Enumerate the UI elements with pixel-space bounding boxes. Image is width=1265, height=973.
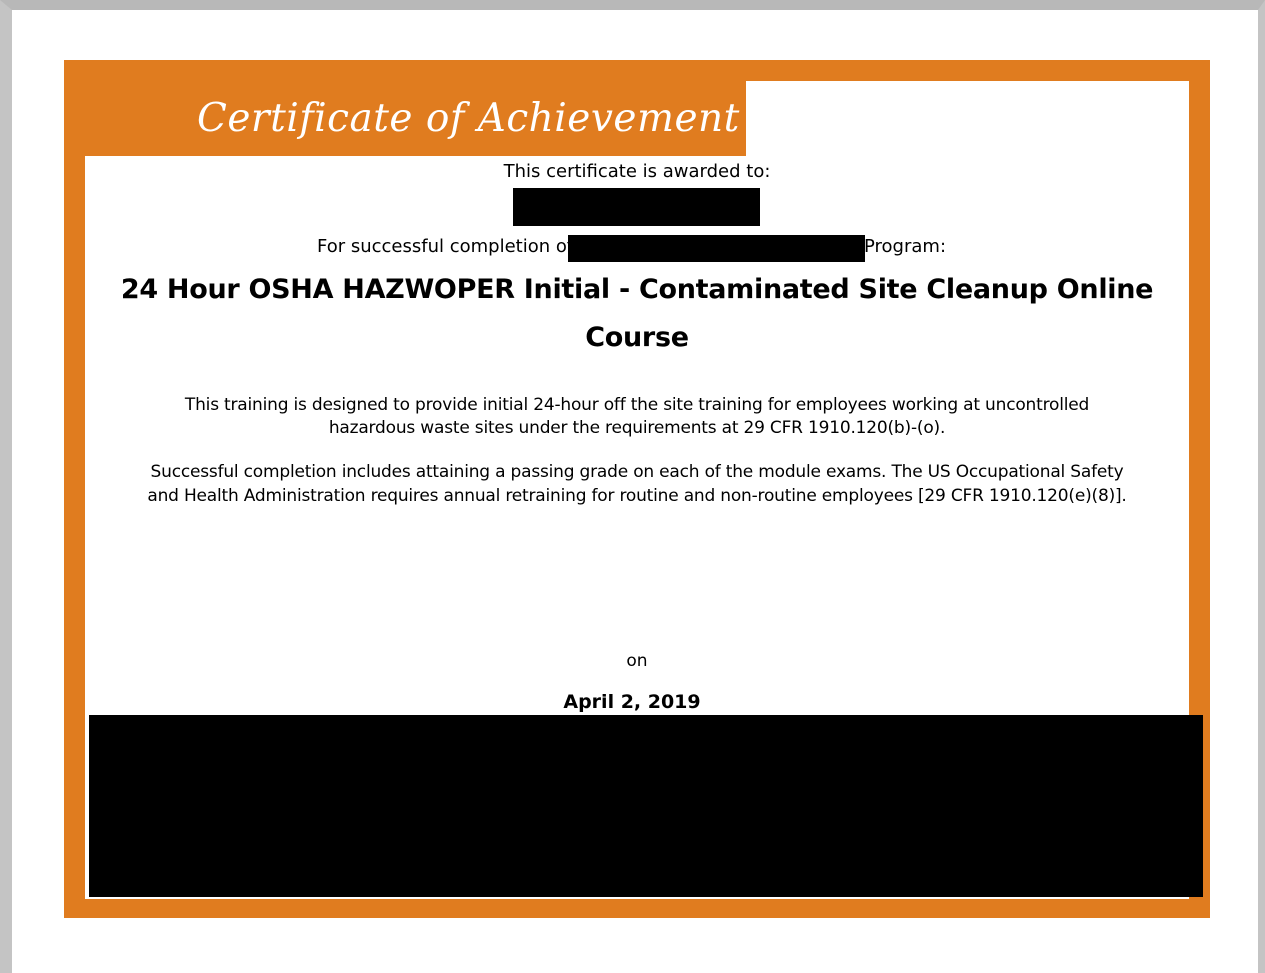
completion-requirements: Successful completion includes attaining… (147, 462, 1127, 506)
training-description: This training is designed to provide ini… (184, 395, 1090, 438)
signature-redaction (89, 715, 1203, 897)
awarded-to-label: This certificate is awarded to: (503, 161, 771, 182)
on-label: on (626, 651, 648, 671)
certificate-content: This certificate is awarded to: For succ… (85, 0, 1189, 760)
recipient-name-redaction (513, 188, 760, 226)
course-title: 24 Hour OSHA HAZWOPER Initial - Contamin… (120, 274, 1154, 353)
program-name-redaction (568, 235, 865, 262)
program-suffix: Program: (864, 236, 947, 257)
completion-date: April 2, 2019 (563, 691, 701, 713)
completion-prefix: For successful completion of (317, 236, 574, 257)
